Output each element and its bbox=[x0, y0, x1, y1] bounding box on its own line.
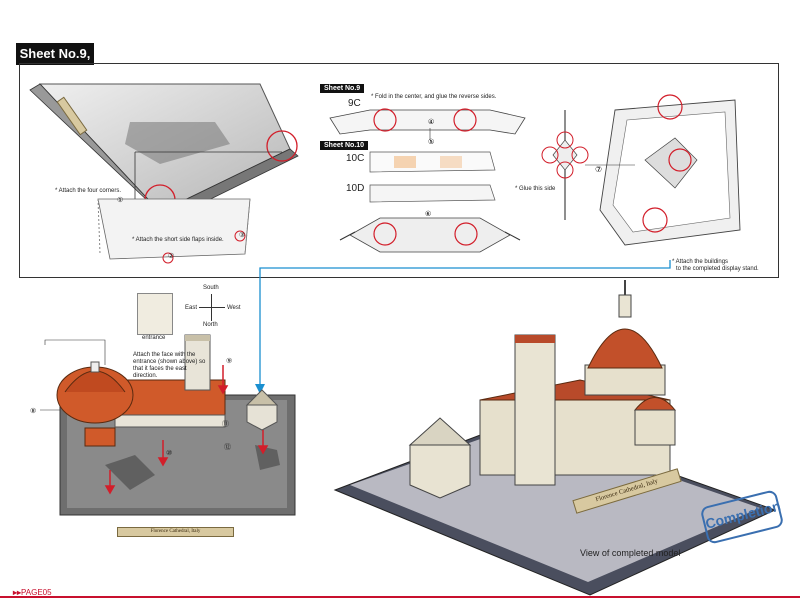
completed-model-image bbox=[333, 280, 777, 596]
compass-north: North bbox=[203, 322, 218, 328]
step-6-label: ⑥ bbox=[425, 210, 431, 218]
sheet-title: Sheet No.9, 10 bbox=[16, 43, 94, 83]
note-attach-buildings-2: to the completed display stand. bbox=[676, 266, 759, 272]
stand-frame-diagram: ⑦ bbox=[541, 94, 741, 246]
step-12-label: ⑫ bbox=[224, 444, 231, 451]
compass-south: South bbox=[203, 285, 219, 291]
completed-model-caption: View of completed model bbox=[580, 548, 681, 558]
step-8-label: ⑧ bbox=[30, 408, 37, 415]
step-1-label: ① bbox=[117, 197, 124, 204]
parts-diagram: ④ ⑤ ⑥ bbox=[329, 108, 526, 253]
compass-west: West bbox=[227, 305, 241, 311]
step-5-label: ⑤ bbox=[428, 138, 434, 146]
step-2-label: ② bbox=[168, 253, 175, 260]
step-7-label: ⑦ bbox=[595, 165, 602, 174]
note-glue-this-side: * Glue this side bbox=[515, 186, 556, 192]
step-3-label: ③ bbox=[239, 232, 246, 239]
base-nameplate-small: Florence Cathedral, Italy bbox=[117, 527, 234, 537]
note-attach-corners: * Attach the four corners. bbox=[55, 188, 122, 194]
step-11-label: ⑪ bbox=[222, 421, 229, 428]
entrance-label: entrance bbox=[142, 335, 166, 341]
note-attach-buildings-1: * Attach the buildings bbox=[672, 259, 729, 265]
page-label: PAGE05 bbox=[21, 588, 52, 597]
footer-rule bbox=[0, 596, 800, 598]
sheet-9-tag: Sheet No.9 bbox=[320, 84, 365, 93]
compass: South East West North bbox=[185, 285, 241, 330]
step-9-label: ⑨ bbox=[226, 358, 233, 365]
entrance-thumbnail bbox=[137, 293, 173, 335]
page-arrows-icon: ▸▸ bbox=[13, 588, 22, 597]
page-number: ▸▸PAGE05 bbox=[13, 588, 52, 597]
step-4-label: ④ bbox=[428, 118, 434, 126]
note-short-side-flaps: * Attach the short side flaps inside. bbox=[132, 237, 224, 243]
note-face-entrance: Attach the face with the entrance (shown… bbox=[133, 352, 206, 379]
compass-east: East bbox=[185, 305, 198, 311]
step-10-label: ⑩ bbox=[166, 450, 173, 457]
